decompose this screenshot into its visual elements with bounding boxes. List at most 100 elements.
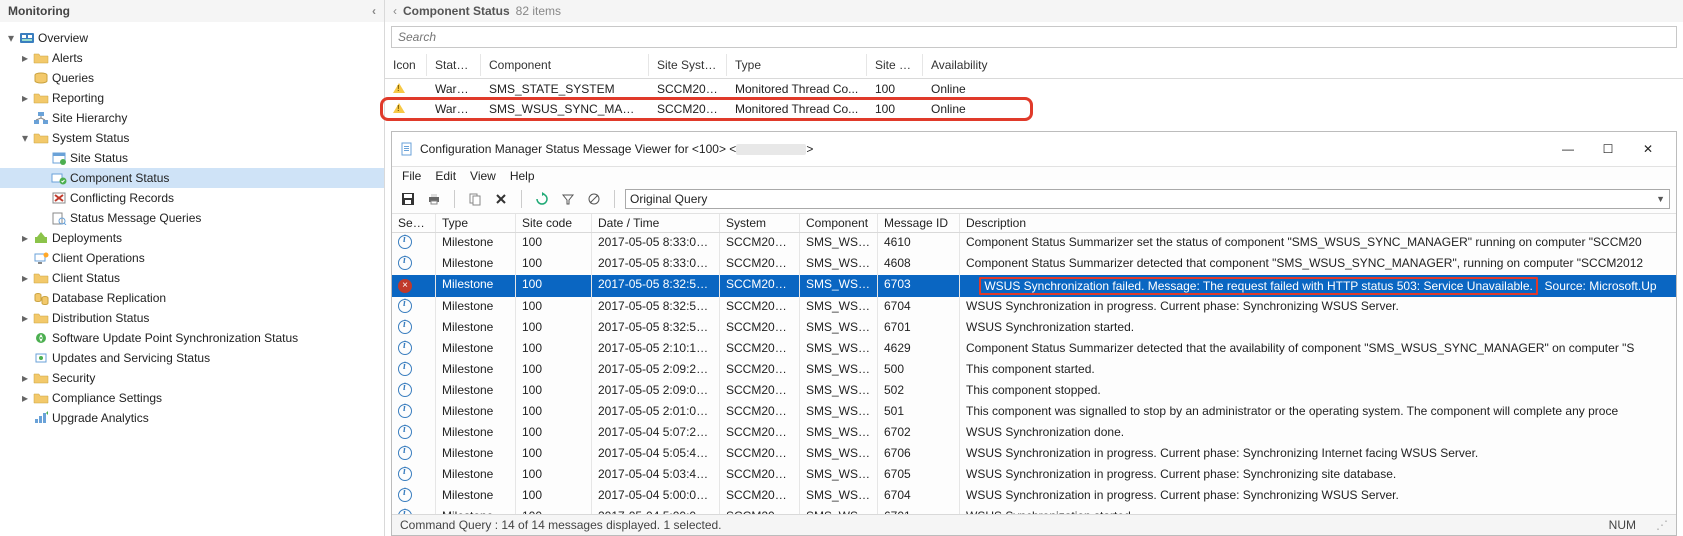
nav-item-upgrade-analytics[interactable]: Upgrade Analytics [0, 408, 384, 428]
tree-toggle-icon[interactable]: ▾ [18, 131, 32, 145]
nav-item-queries[interactable]: Queries [0, 68, 384, 88]
mg-description: This component started. [960, 360, 1676, 381]
save-icon[interactable] [398, 189, 418, 209]
message-row[interactable]: Milestone1002017-05-05 8:32:51 AMSCCM201… [392, 297, 1676, 318]
nav-item-client-status[interactable]: ▸Client Status [0, 268, 384, 288]
component-status-row[interactable]: WarningSMS_STATE_SYSTEMSCCM2012....Monit… [385, 79, 1683, 99]
nav-item-alerts[interactable]: ▸Alerts [0, 48, 384, 68]
mg-type: Milestone [436, 339, 516, 360]
message-row[interactable]: Milestone1002017-05-05 8:33:00 AMSCCM201… [392, 233, 1676, 254]
nav-item-conflicting-records[interactable]: Conflicting Records [0, 188, 384, 208]
info-icon [398, 509, 412, 514]
message-row[interactable]: Milestone1002017-05-05 2:10:17 AMSCCM201… [392, 339, 1676, 360]
cs-col-type[interactable]: Type [727, 54, 867, 76]
tree-toggle-icon[interactable]: ▸ [18, 271, 32, 285]
message-row[interactable]: Milestone1002017-05-04 5:00:01 PMSCCM201… [392, 486, 1676, 507]
search-input[interactable] [391, 26, 1677, 48]
cs-col-component[interactable]: Component [481, 54, 649, 76]
nav-item-label: Conflicting Records [70, 191, 174, 205]
nav-item-deployments[interactable]: ▸Deployments [0, 228, 384, 248]
tree-toggle-icon[interactable]: ▸ [18, 311, 32, 325]
menu-file[interactable]: File [402, 169, 421, 183]
mg-col-datetime[interactable]: Date / Time [592, 214, 720, 232]
sidebar-collapse-icon[interactable]: ‹ [372, 4, 376, 18]
message-row[interactable]: Milestone1002017-05-04 5:05:47 PMSCCM201… [392, 444, 1676, 465]
mg-col-component[interactable]: Component [800, 214, 878, 232]
main-collapse-icon[interactable]: ‹ [393, 4, 397, 18]
tree-toggle-icon[interactable]: ▸ [18, 391, 32, 405]
mg-datetime: 2017-05-05 8:32:50 AM [592, 318, 720, 339]
query-select[interactable]: Original Query ▼ [625, 189, 1670, 209]
nav-item-security[interactable]: ▸ Security [0, 368, 384, 388]
message-row[interactable]: Milestone1002017-05-05 2:09:25 AMSCCM201… [392, 360, 1676, 381]
mg-site: 100 [516, 318, 592, 339]
mg-col-type[interactable]: Type [436, 214, 516, 232]
nav-item-status-message-queries[interactable]: Status Message Queries [0, 208, 384, 228]
mg-component: SMS_WSUS_S... [800, 233, 878, 254]
mg-col-system[interactable]: System [720, 214, 800, 232]
minimize-button[interactable]: — [1548, 138, 1588, 160]
tree-toggle-icon[interactable]: ▸ [18, 231, 32, 245]
mg-system: SCCM2012... [720, 254, 800, 275]
nav-item-site-status[interactable]: Site Status [0, 148, 384, 168]
cs-col-status[interactable]: Status ▴ [427, 54, 481, 76]
cs-status: Warning [427, 100, 481, 118]
resize-grip-icon[interactable]: ⋰ [1656, 518, 1668, 532]
nav-item-client-operations[interactable]: Client Operations [0, 248, 384, 268]
nav-item-overview[interactable]: ▾Overview [0, 28, 384, 48]
nav-item-database-replication[interactable]: Database Replication [0, 288, 384, 308]
mg-datetime: 2017-05-05 2:09:25 AM [592, 360, 720, 381]
info-icon [398, 256, 412, 270]
nav-item-system-status[interactable]: ▾System Status [0, 128, 384, 148]
refresh-icon[interactable] [532, 189, 552, 209]
stop-icon[interactable] [584, 189, 604, 209]
delete-icon[interactable] [491, 189, 511, 209]
component-status-row[interactable]: WarningSMS_WSUS_SYNC_MANAGERSCCM2012....… [385, 99, 1683, 119]
tree-toggle-icon[interactable]: ▸ [18, 371, 32, 385]
message-row[interactable]: Milestone1002017-05-05 8:33:00 AMSCCM201… [392, 254, 1676, 275]
statusq-icon [50, 211, 68, 225]
mg-datetime: 2017-05-05 2:09:07 AM [592, 381, 720, 402]
nav-item-label: Reporting [52, 91, 104, 105]
tree-toggle-icon[interactable]: ▸ [18, 51, 32, 65]
nav-item-label: Security [52, 371, 95, 385]
menu-view[interactable]: View [470, 169, 496, 183]
message-row[interactable]: Milestone1002017-05-05 2:09:07 AMSCCM201… [392, 381, 1676, 402]
nav-item-label: Database Replication [52, 291, 166, 305]
nav-item-distribution-status[interactable]: ▸Distribution Status [0, 308, 384, 328]
message-row[interactable]: Milestone1002017-05-04 5:07:21 PMSCCM201… [392, 423, 1676, 444]
message-row[interactable]: Milestone1002017-05-05 2:01:03 AMSCCM201… [392, 402, 1676, 423]
mg-datetime: 2017-05-05 8:32:51 AM [592, 297, 720, 318]
tree-toggle-icon[interactable]: ▸ [18, 91, 32, 105]
message-grid[interactable]: Severity Type Site code Date / Time Syst… [392, 214, 1676, 514]
message-row[interactable]: Milestone1002017-05-04 5:03:48 PMSCCM201… [392, 465, 1676, 486]
menu-edit[interactable]: Edit [435, 169, 456, 183]
cs-col-sitecode[interactable]: Site Code [867, 54, 923, 76]
copy-icon[interactable] [465, 189, 485, 209]
maximize-button[interactable]: ☐ [1588, 138, 1628, 160]
nav-item-site-hierarchy[interactable]: Site Hierarchy [0, 108, 384, 128]
cs-col-sitesys[interactable]: Site System [649, 54, 727, 76]
filter-icon[interactable] [558, 189, 578, 209]
nav-item-updates-and-servicing-status[interactable]: Updates and Servicing Status [0, 348, 384, 368]
mg-col-site[interactable]: Site code [516, 214, 592, 232]
close-button[interactable]: ✕ [1628, 138, 1668, 160]
message-row[interactable]: Milestone1002017-05-05 8:32:50 AMSCCM201… [392, 318, 1676, 339]
nav-item-label: Status Message Queries [70, 211, 201, 225]
nav-item-reporting[interactable]: ▸ Reporting [0, 88, 384, 108]
mg-col-severity[interactable]: Severity [392, 214, 436, 232]
nav-item-compliance-settings[interactable]: ▸Compliance Settings [0, 388, 384, 408]
print-icon[interactable] [424, 189, 444, 209]
mg-col-messageid[interactable]: Message ID [878, 214, 960, 232]
cs-col-icon[interactable]: Icon [385, 54, 427, 76]
menu-help[interactable]: Help [510, 169, 535, 183]
cs-col-avail[interactable]: Availability [923, 54, 1003, 76]
mg-datetime: 2017-05-04 5:00:01 PM [592, 486, 720, 507]
dbrepl-icon [32, 291, 50, 305]
nav-item-component-status[interactable]: Component Status [0, 168, 384, 188]
message-row[interactable]: Milestone1002017-05-04 5:00:00 PMSCCM201… [392, 507, 1676, 514]
mg-col-description[interactable]: Description [960, 214, 1676, 232]
nav-item-software-update-point-synchronization-status[interactable]: Software Update Point Synchronization St… [0, 328, 384, 348]
tree-toggle-icon[interactable]: ▾ [4, 31, 18, 45]
message-row[interactable]: Milestone1002017-05-05 8:32:52 AMSCCM201… [392, 275, 1676, 297]
